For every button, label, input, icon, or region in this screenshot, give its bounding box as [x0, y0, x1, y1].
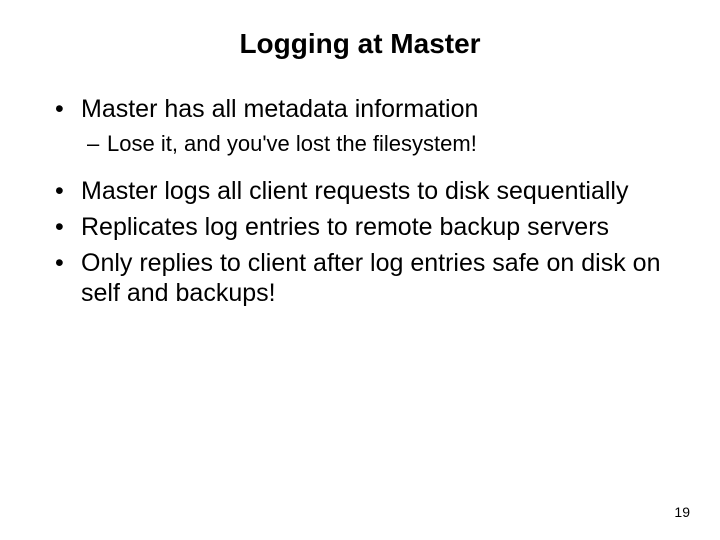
bullet-item: Master has all metadata information — [55, 94, 690, 124]
sub-item: Lose it, and you've lost the filesystem! — [87, 130, 690, 158]
sub-list: Lose it, and you've lost the filesystem! — [55, 130, 690, 158]
bullet-item: Only replies to client after log entries… — [55, 248, 690, 308]
slide-title: Logging at Master — [30, 28, 690, 60]
bullet-item: Replicates log entries to remote backup … — [55, 212, 690, 242]
bullet-list: Master has all metadata information Lose… — [30, 94, 690, 308]
bullet-item: Master logs all client requests to disk … — [55, 176, 690, 206]
page-number: 19 — [674, 504, 690, 520]
